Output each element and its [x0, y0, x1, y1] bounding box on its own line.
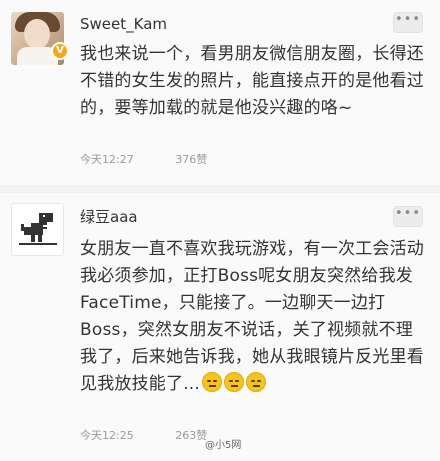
watermark: @小5网	[205, 440, 242, 451]
sweat-emoji-icon	[224, 372, 245, 392]
dinosaur-icon	[19, 213, 57, 245]
sweat-emoji-icon	[202, 372, 223, 392]
comment-card-2: 绿豆aaa ••• 女朋友一直不喜欢我玩游戏，有一次工会活动我必须参加，正打Bo…	[0, 193, 440, 461]
sweat-emoji-icon	[246, 372, 267, 392]
comment-meta: 今天12:27 376赞	[80, 153, 207, 167]
verified-badge-icon: V	[51, 42, 69, 60]
more-options-button[interactable]: •••	[393, 206, 423, 227]
like-count[interactable]: 263赞	[175, 429, 207, 442]
comment-text-body: 女朋友一直不喜欢我玩游戏，有一次工会活动我必须参加，正打Boss呢女朋友突然给我…	[80, 239, 424, 394]
more-options-button[interactable]: •••	[393, 12, 423, 33]
comment-text: 我也来说一个，看男朋友微信朋友圈，长得还不错的女生发的照片，能直接点开的是他看过…	[80, 44, 424, 118]
avatar[interactable]	[11, 203, 64, 256]
comment-card-1: V Sweet_Kam ••• 我也来说一个，看男朋友微信朋友圈，长得还不错的女…	[0, 0, 440, 185]
timestamp: 今天12:27	[80, 153, 134, 166]
like-count[interactable]: 376赞	[175, 153, 207, 166]
comment-text: 女朋友一直不喜欢我玩游戏，有一次工会活动我必须参加，正打Boss呢女朋友突然给我…	[80, 236, 430, 398]
username[interactable]: 绿豆aaa	[80, 207, 138, 227]
avatar-face	[24, 19, 50, 49]
username[interactable]: Sweet_Kam	[80, 14, 167, 34]
comment-meta: 今天12:25 263赞	[80, 429, 207, 443]
timestamp: 今天12:25	[80, 429, 134, 442]
